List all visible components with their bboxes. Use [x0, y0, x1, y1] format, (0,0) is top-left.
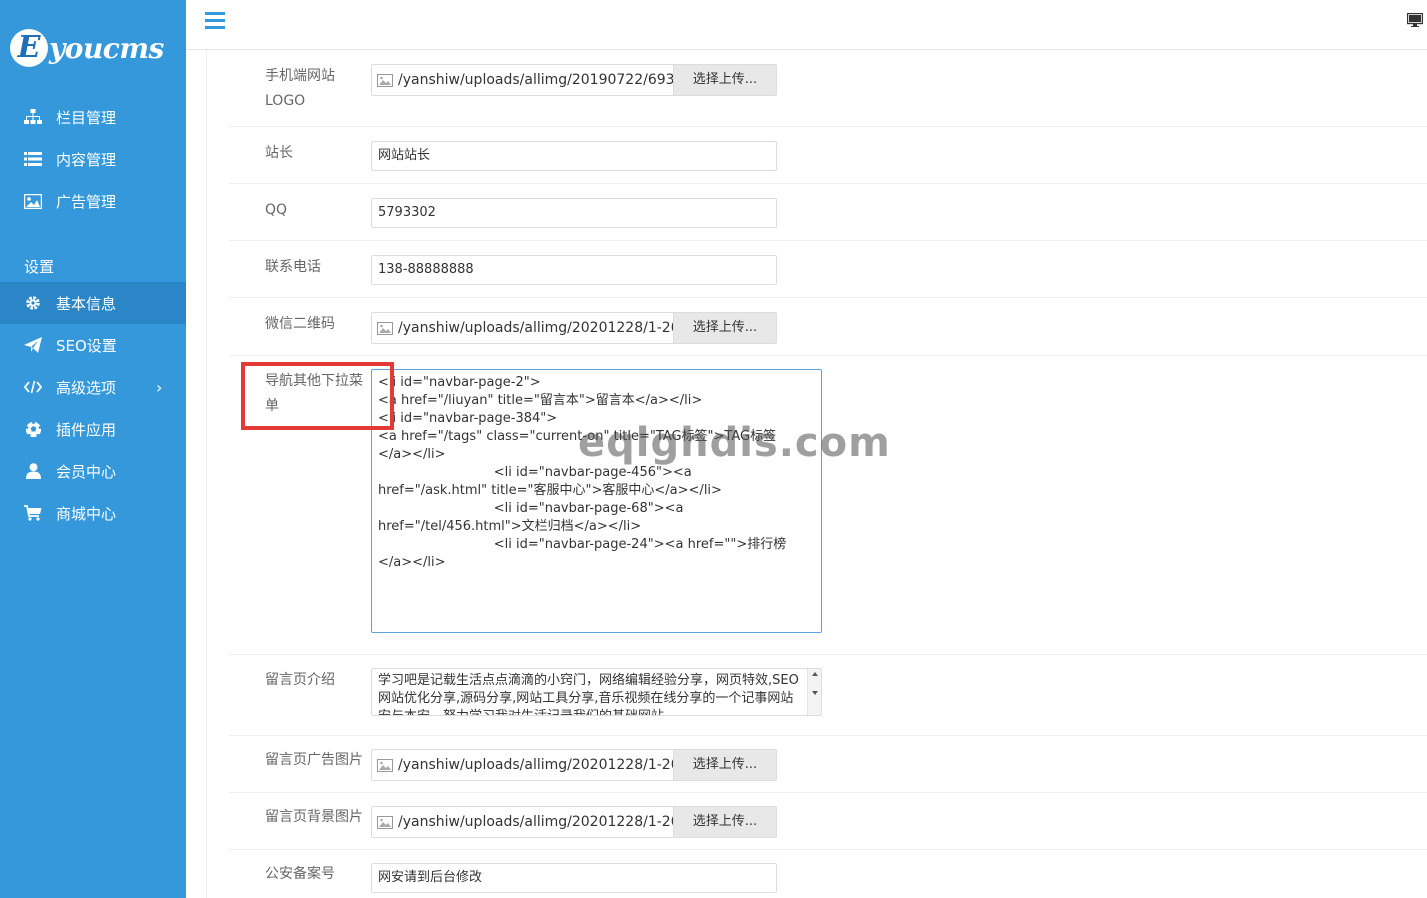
sidebar-item-label: 商城中心	[56, 504, 117, 523]
sidebar: E youcms 栏目管理 内容管理 广告管理 设置 基本信息 SEO设置 高级…	[0, 0, 186, 898]
logo-mark: E	[10, 29, 48, 67]
field-label: 微信二维码	[265, 316, 335, 332]
sidebar-item-columns[interactable]: 栏目管理	[0, 96, 186, 138]
form-row-guestbook-ad: 留言页广告图片 /yanshiw/uploads/allimg/20201228…	[229, 736, 1427, 793]
field-label: 站长	[265, 145, 293, 161]
paper-plane-icon	[24, 336, 42, 354]
settings-form: 手机端网站LOGO /yanshiw/uploads/allimg/201907…	[206, 50, 1427, 898]
qq-input[interactable]: 5793302	[371, 198, 777, 228]
field-label: 留言页介绍	[265, 672, 335, 688]
user-icon	[24, 462, 42, 480]
top-bar	[186, 0, 1427, 50]
form-row-qq: QQ 5793302	[229, 184, 1427, 241]
wechat-qr-path[interactable]: /yanshiw/uploads/allimg/20201228/1-201	[398, 313, 673, 343]
image-icon	[372, 750, 398, 780]
sidebar-item-label: 基本信息	[56, 294, 117, 313]
field-label: 导航其他下拉菜单	[265, 373, 363, 414]
image-icon	[372, 807, 398, 837]
sidebar-item-label: 内容管理	[56, 150, 117, 169]
sidebar-item-seo[interactable]: SEO设置	[0, 324, 186, 366]
logo-text: youcms	[49, 31, 164, 65]
image-icon	[24, 192, 42, 210]
field-label: 手机端网站LOGO	[265, 68, 335, 109]
sidebar-item-label: 广告管理	[56, 192, 117, 211]
mobile-logo-upload: /yanshiw/uploads/allimg/20190722/6937c 选…	[371, 64, 777, 96]
sidebar-item-label: SEO设置	[56, 336, 117, 355]
sidebar-item-label: 高级选项	[56, 378, 117, 397]
sidebar-item-plugins[interactable]: 插件应用	[0, 408, 186, 450]
image-icon	[372, 313, 398, 343]
webmaster-input[interactable]: 网站站长	[371, 141, 777, 171]
menu-toggle-icon[interactable]	[205, 12, 225, 30]
upload-button[interactable]: 选择上传...	[673, 807, 776, 837]
gear-icon	[24, 294, 42, 312]
phone-input[interactable]: 138-88888888	[371, 255, 777, 285]
monitor-icon[interactable]	[1406, 12, 1424, 27]
sidebar-item-advanced[interactable]: 高级选项 ›	[0, 366, 186, 408]
form-row-guestbook-bg: 留言页背景图片 /yanshiw/uploads/allimg/20201228…	[229, 793, 1427, 850]
guestbook-bg-upload: /yanshiw/uploads/allimg/20201228/1-201 选…	[371, 806, 777, 838]
upload-button[interactable]: 选择上传...	[673, 313, 776, 343]
upload-button[interactable]: 选择上传...	[673, 65, 776, 95]
field-label: 留言页背景图片	[265, 809, 363, 825]
sidebar-item-label: 会员中心	[56, 462, 117, 481]
form-row-police-record: 公安备案号 网安请到后台修改	[229, 850, 1427, 898]
guestbook-ad-path[interactable]: /yanshiw/uploads/allimg/20201228/1-201	[398, 750, 673, 780]
guestbook-ad-upload: /yanshiw/uploads/allimg/20201228/1-201 选…	[371, 749, 777, 781]
field-label: QQ	[265, 202, 288, 218]
sidebar-item-basic-info[interactable]: 基本信息	[0, 282, 186, 324]
guestbook-intro-text: 学习吧是记载生活点点滴滴的小窍门，网络编辑经验分享，网页特效,SEO网站优化分享…	[378, 673, 799, 715]
sidebar-item-content[interactable]: 内容管理	[0, 138, 186, 180]
guestbook-intro-textarea[interactable]: 学习吧是记载生活点点滴滴的小窍门，网络编辑经验分享，网页特效,SEO网站优化分享…	[371, 668, 822, 716]
field-label: 留言页广告图片	[265, 752, 363, 768]
wechat-qr-upload: /yanshiw/uploads/allimg/20201228/1-201 选…	[371, 312, 777, 344]
logo[interactable]: E youcms	[10, 26, 164, 70]
sidebar-item-label: 栏目管理	[56, 108, 117, 127]
nav-dropdown-textarea[interactable]: <li id="navbar-page-2"> <a href="/liuyan…	[371, 369, 822, 633]
sidebar-item-shop[interactable]: 商城中心	[0, 492, 186, 534]
image-icon	[372, 65, 398, 95]
soccer-ball-icon	[24, 420, 42, 438]
cart-icon	[24, 504, 42, 522]
form-row-nav-dropdown: 导航其他下拉菜单 <li id="navbar-page-2"> <a href…	[229, 356, 1427, 655]
sidebar-item-ads[interactable]: 广告管理	[0, 180, 186, 222]
field-label: 公安备案号	[265, 866, 335, 882]
textarea-scrollbar[interactable]	[807, 669, 821, 715]
form-row-mobile-logo: 手机端网站LOGO /yanshiw/uploads/allimg/201907…	[229, 50, 1427, 127]
police-record-input[interactable]: 网安请到后台修改	[371, 863, 777, 893]
form-row-webmaster: 站长 网站站长	[229, 127, 1427, 184]
list-icon	[24, 150, 42, 168]
upload-button[interactable]: 选择上传...	[673, 750, 776, 780]
sidebar-item-label: 插件应用	[56, 420, 117, 439]
form-row-guestbook-intro: 留言页介绍 学习吧是记载生活点点滴滴的小窍门，网络编辑经验分享，网页特效,SEO…	[229, 655, 1427, 736]
sidebar-item-members[interactable]: 会员中心	[0, 450, 186, 492]
form-row-wechat-qr: 微信二维码 /yanshiw/uploads/allimg/20201228/1…	[229, 298, 1427, 356]
sitemap-icon	[24, 108, 42, 126]
chevron-right-icon: ›	[156, 377, 163, 397]
field-label: 联系电话	[265, 259, 321, 275]
mobile-logo-path[interactable]: /yanshiw/uploads/allimg/20190722/6937c	[398, 65, 673, 95]
sidebar-section-title: 设置	[24, 258, 55, 276]
guestbook-bg-path[interactable]: /yanshiw/uploads/allimg/20201228/1-201	[398, 807, 673, 837]
form-row-phone: 联系电话 138-88888888	[229, 241, 1427, 298]
code-icon	[24, 378, 42, 396]
